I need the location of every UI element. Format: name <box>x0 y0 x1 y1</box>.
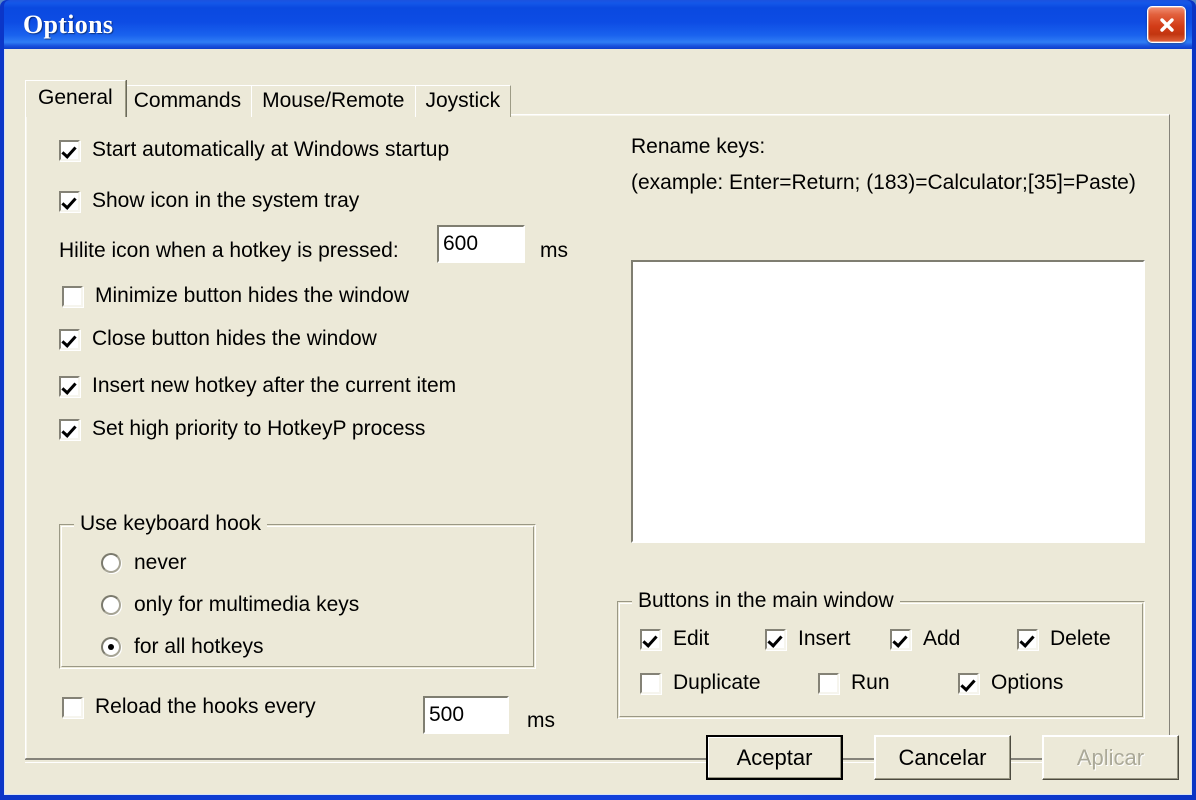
reload-unit-label: ms <box>527 709 555 732</box>
checkbox-indicator <box>765 628 786 650</box>
checkbox-indicator <box>62 285 83 307</box>
checkbox-button-insert[interactable]: Insert <box>765 627 851 651</box>
checkbox-button-options[interactable]: Options <box>958 671 1063 695</box>
checkbox-label: Set high priority to HotkeyP process <box>92 417 426 440</box>
close-icon <box>1159 17 1174 32</box>
groupbox-title-main-buttons: Buttons in the main window <box>632 589 900 613</box>
checkbox-insert-after-current[interactable]: Insert new hotkey after the current item <box>59 374 456 398</box>
rename-keys-textarea[interactable] <box>631 260 1145 543</box>
tab-general[interactable]: General <box>25 80 126 117</box>
checkbox-show-tray-icon[interactable]: Show icon in the system tray <box>59 189 359 213</box>
checkbox-label: Run <box>851 671 890 694</box>
checkbox-indicator <box>890 628 911 650</box>
checkbox-minimize-hides-window[interactable]: Minimize button hides the window <box>62 284 409 308</box>
checkbox-high-priority[interactable]: Set high priority to HotkeyP process <box>59 417 425 441</box>
checkbox-indicator <box>958 672 979 694</box>
checkbox-label: Delete <box>1050 627 1111 650</box>
hilite-icon-label: Hilite icon when a hotkey is pressed: <box>59 239 399 262</box>
window-title: Options <box>23 9 114 39</box>
checkbox-indicator <box>640 628 661 650</box>
ok-button[interactable]: Aceptar <box>706 735 843 780</box>
radio-hook-multimedia-only[interactable]: only for multimedia keys <box>101 593 359 617</box>
groupbox-main-window-buttons: Buttons in the main window Edit Insert A… <box>617 589 1145 719</box>
checkbox-indicator <box>640 672 661 694</box>
checkbox-indicator <box>59 418 80 440</box>
rename-keys-example: (example: Enter=Return; (183)=Calculator… <box>631 171 1136 194</box>
tab-mouse-remote[interactable]: Mouse/Remote <box>251 85 416 117</box>
tab-strip: General Commands Mouse/Remote Joystick <box>25 80 512 117</box>
cancel-button[interactable]: Cancelar <box>874 735 1011 780</box>
radio-label: for all hotkeys <box>134 635 264 658</box>
checkbox-indicator <box>59 328 80 350</box>
checkbox-label: Duplicate <box>673 671 761 694</box>
radio-label: only for multimedia keys <box>134 593 360 616</box>
checkbox-label: Show icon in the system tray <box>92 189 360 212</box>
radio-label: never <box>134 551 187 574</box>
rename-keys-title: Rename keys: <box>631 135 766 158</box>
radio-indicator <box>101 595 121 615</box>
radio-hook-all-hotkeys[interactable]: for all hotkeys <box>101 635 264 659</box>
dialog-body: General Commands Mouse/Remote Joystick S… <box>4 49 1192 795</box>
checkbox-button-run[interactable]: Run <box>818 671 890 695</box>
checkbox-label: Reload the hooks every <box>95 695 316 718</box>
title-bar: Options <box>4 0 1192 49</box>
tab-joystick[interactable]: Joystick <box>414 85 512 117</box>
groupbox-title-keyboard-hook: Use keyboard hook <box>74 512 267 536</box>
radio-indicator <box>101 637 121 657</box>
checkbox-close-hides-window[interactable]: Close button hides the window <box>59 327 377 351</box>
checkbox-indicator <box>1017 628 1038 650</box>
checkbox-indicator <box>59 139 80 161</box>
checkbox-indicator <box>59 375 80 397</box>
tab-commands[interactable]: Commands <box>122 85 253 117</box>
checkbox-label: Minimize button hides the window <box>95 284 409 307</box>
checkbox-label: Start automatically at Windows startup <box>92 138 450 161</box>
apply-button: Aplicar <box>1042 735 1179 780</box>
radio-hook-never[interactable]: never <box>101 551 187 575</box>
checkbox-label: Add <box>923 627 961 650</box>
checkbox-label: Edit <box>673 627 710 650</box>
checkbox-label: Insert <box>798 627 851 650</box>
groupbox-keyboard-hook: Use keyboard hook never only for multime… <box>59 512 536 669</box>
checkbox-label: Close button hides the window <box>92 327 377 350</box>
radio-indicator <box>101 553 121 573</box>
hilite-unit-label: ms <box>540 239 568 262</box>
checkbox-reload-hooks[interactable]: Reload the hooks every <box>62 695 316 719</box>
options-dialog-window: Options General Commands Mouse/Remote Jo… <box>0 0 1196 800</box>
checkbox-label: Options <box>991 671 1064 694</box>
checkbox-indicator <box>818 672 839 694</box>
checkbox-indicator <box>62 696 83 718</box>
checkbox-label: Insert new hotkey after the current item <box>92 374 457 397</box>
reload-interval-input[interactable] <box>423 696 509 734</box>
checkbox-button-duplicate[interactable]: Duplicate <box>640 671 761 695</box>
tab-page-general: Start automatically at Windows startup S… <box>25 114 1170 759</box>
hilite-delay-input[interactable] <box>437 225 525 263</box>
checkbox-indicator <box>59 190 80 212</box>
checkbox-button-add[interactable]: Add <box>890 627 960 651</box>
checkbox-button-edit[interactable]: Edit <box>640 627 709 651</box>
close-button[interactable] <box>1147 6 1186 43</box>
checkbox-start-automatically[interactable]: Start automatically at Windows startup <box>59 138 449 162</box>
checkbox-button-delete[interactable]: Delete <box>1017 627 1111 651</box>
window-inner: Options General Commands Mouse/Remote Jo… <box>4 0 1192 795</box>
